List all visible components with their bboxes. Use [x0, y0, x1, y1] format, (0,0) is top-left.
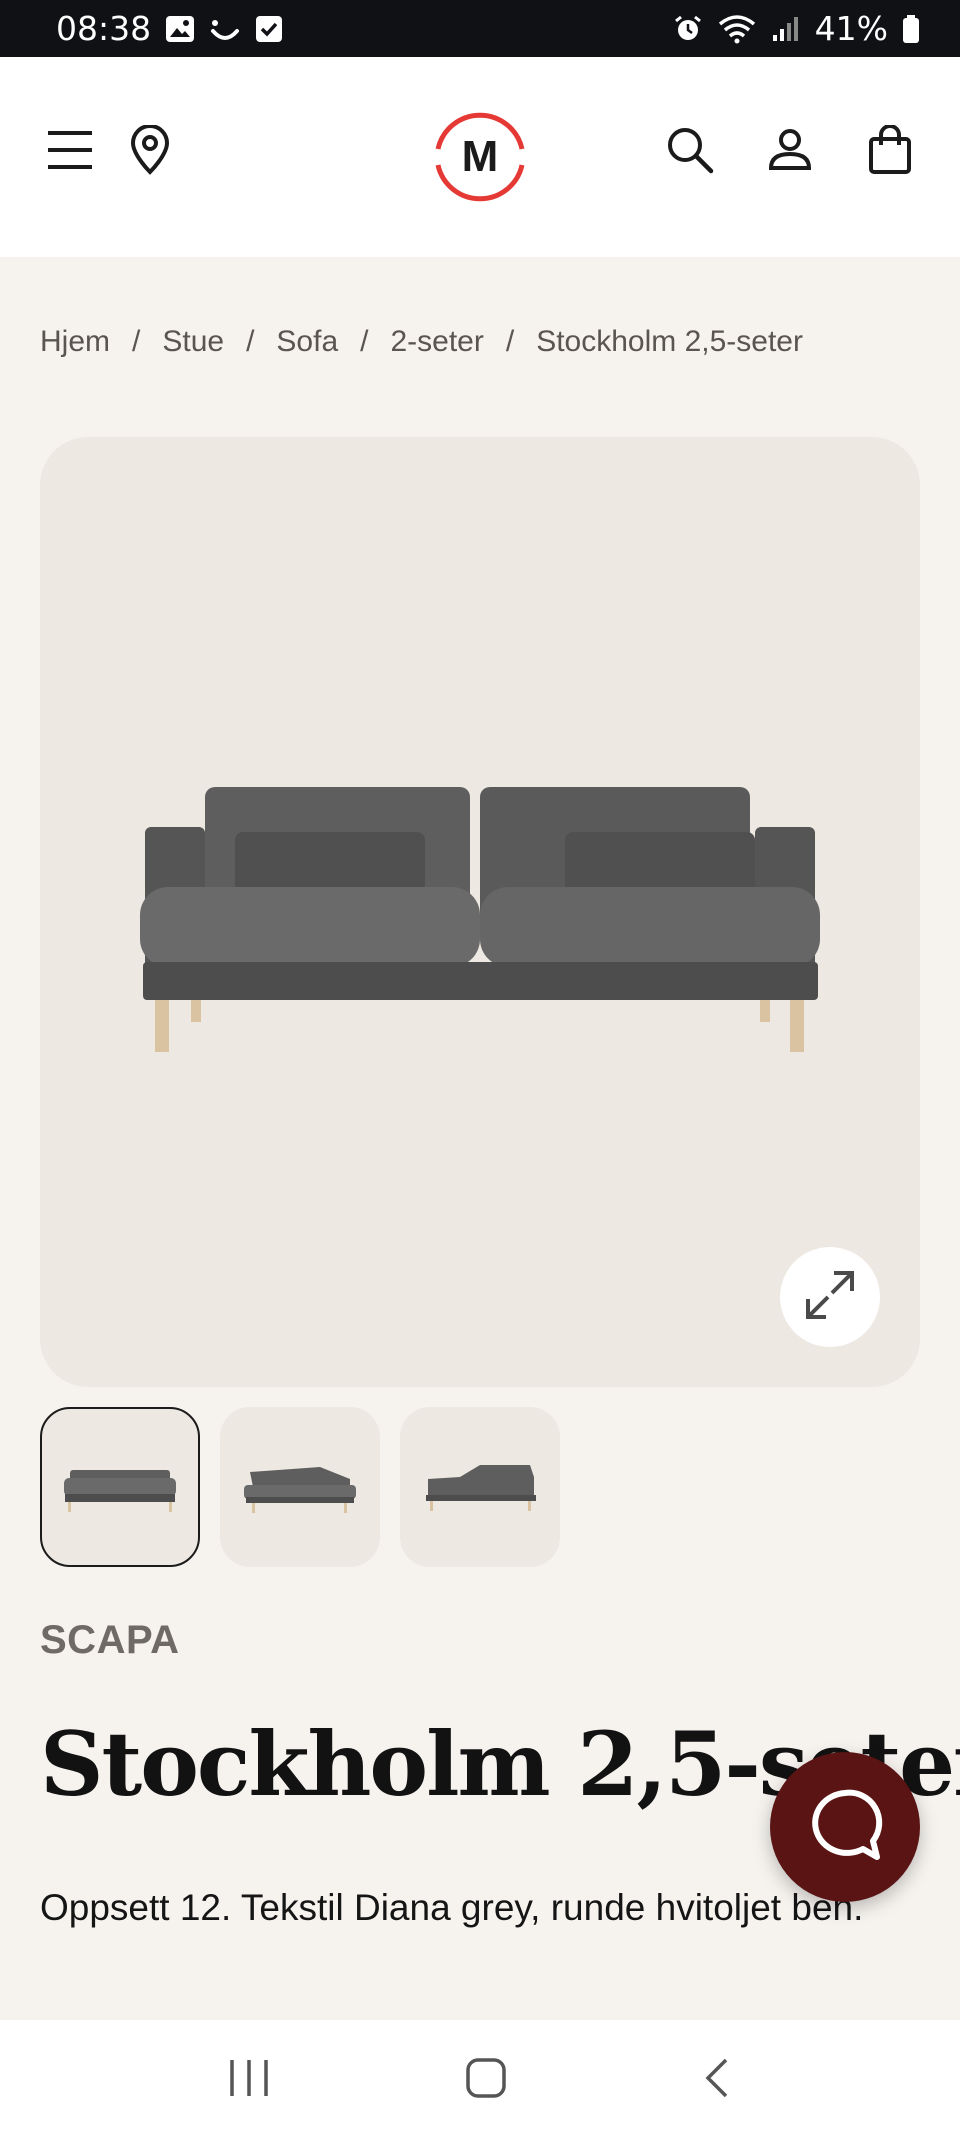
- alarm-icon: [673, 14, 703, 44]
- status-bar: 08:38 41%: [0, 0, 960, 57]
- breadcrumb-item[interactable]: 2-seter: [390, 325, 483, 359]
- breadcrumb-separator: /: [505, 325, 515, 358]
- chat-bubble-icon: [805, 1785, 885, 1870]
- breadcrumb-separator: /: [132, 325, 141, 358]
- breadcrumb-item[interactable]: Sofa: [276, 325, 338, 359]
- product-image-gallery[interactable]: [40, 437, 920, 1387]
- home-icon[interactable]: [465, 2057, 507, 2104]
- thumbnail-strip: [40, 1407, 560, 1567]
- product-image-sofa: [135, 767, 825, 1072]
- map-pin-icon[interactable]: [122, 122, 178, 178]
- site-header: M: [0, 57, 960, 257]
- product-brand[interactable]: SCAPA: [40, 1618, 180, 1663]
- search-icon[interactable]: [662, 122, 718, 178]
- site-logo[interactable]: M: [420, 97, 540, 217]
- hamburger-menu-icon[interactable]: [42, 122, 98, 178]
- breadcrumb-item[interactable]: Stue: [162, 325, 224, 359]
- thumbnail-side[interactable]: [400, 1407, 560, 1567]
- breadcrumb: Hjem / Stue / Sofa / 2-seter / Stockholm…: [40, 325, 803, 359]
- battery-percent: 41%: [814, 9, 888, 48]
- back-icon[interactable]: [702, 2057, 732, 2104]
- battery-icon: [902, 14, 920, 44]
- logo-letter: M: [461, 132, 499, 181]
- breadcrumb-item[interactable]: Hjem: [40, 325, 110, 359]
- status-time: 08:38: [56, 9, 152, 48]
- user-icon[interactable]: [762, 122, 818, 178]
- breadcrumb-separator: /: [246, 325, 255, 358]
- shopping-bag-icon[interactable]: [862, 122, 918, 178]
- smile-notification-icon: [209, 15, 241, 43]
- breadcrumb-separator: /: [360, 325, 369, 358]
- status-right: 41%: [673, 9, 920, 48]
- thumbnail-angle[interactable]: [220, 1407, 380, 1567]
- expand-image-button[interactable]: [780, 1247, 880, 1347]
- expand-icon: [804, 1269, 856, 1326]
- breadcrumb-current: Stockholm 2,5-seter: [536, 325, 803, 358]
- chat-button[interactable]: [770, 1752, 920, 1902]
- thumbnail-front[interactable]: [40, 1407, 200, 1567]
- status-left: 08:38: [56, 9, 283, 48]
- wifi-icon: [717, 14, 757, 44]
- product-description: Oppsett 12. Tekstil Diana grey, runde hv…: [40, 1887, 864, 1928]
- check-notification-icon: [255, 15, 283, 43]
- system-nav-bar: [0, 2020, 960, 2140]
- signal-icon: [771, 15, 801, 43]
- recent-apps-icon[interactable]: [228, 2058, 270, 2103]
- gallery-notification-icon: [165, 15, 195, 43]
